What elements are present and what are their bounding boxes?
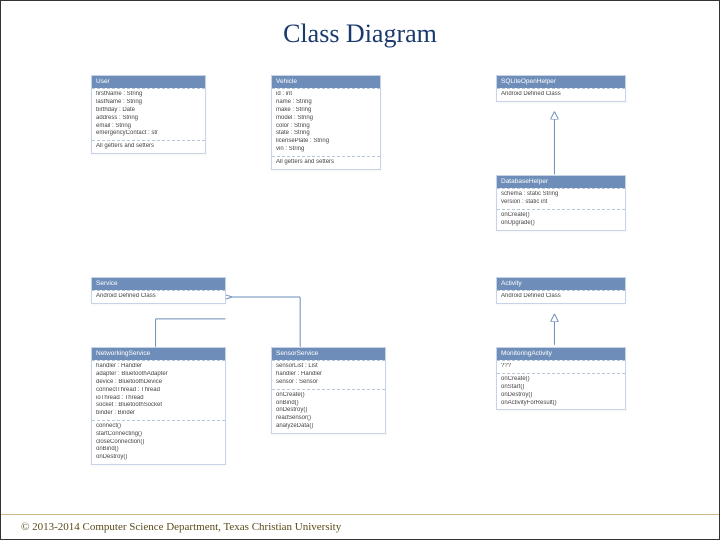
- attr: emergencyContact : str: [96, 130, 201, 138]
- class-user: User firstName : String lastName : Strin…: [91, 75, 206, 154]
- attr: adapter : BluetoothAdapter: [96, 371, 221, 379]
- op: onBind(): [276, 400, 381, 408]
- attr: ???: [501, 363, 621, 371]
- op: onBind(): [96, 446, 221, 454]
- op: connect(): [96, 423, 221, 431]
- attr: version : static int: [501, 199, 621, 207]
- attr: handler : Handler: [276, 371, 381, 379]
- class-header: NetworkingService: [92, 348, 225, 360]
- attr: Android Defined Class: [96, 293, 221, 301]
- op: readSensor(): [276, 415, 381, 423]
- class-header: User: [92, 76, 205, 88]
- attr: ioThread : Thread: [96, 395, 221, 403]
- op: onUpgrade(): [501, 220, 621, 228]
- op: onDestroy(): [501, 392, 621, 400]
- op: All getters and setters: [276, 159, 376, 167]
- footer: © 2013-2014 Computer Science Department,…: [1, 514, 719, 539]
- class-header: Service: [92, 278, 225, 290]
- op: onActivityForResult(): [501, 400, 621, 408]
- op: onStart(): [501, 384, 621, 392]
- attr: sensorList : List: [276, 363, 381, 371]
- attr: email : String: [96, 123, 201, 131]
- class-sensorservice: SensorService sensorList : List handler …: [271, 347, 386, 434]
- class-header: Activity: [497, 278, 625, 290]
- op: onDestroy(): [276, 407, 381, 415]
- class-activity: Activity Android Defined Class: [496, 277, 626, 304]
- attr: Android Defined Class: [501, 293, 621, 301]
- op: closeConnection(): [96, 439, 221, 447]
- class-networkingservice: NetworkingService handler : Handler adap…: [91, 347, 226, 465]
- attr: name : String: [276, 99, 376, 107]
- op: analyzeData(): [276, 423, 381, 431]
- attr: model : String: [276, 115, 376, 123]
- op: onCreate(): [276, 392, 381, 400]
- op: onDestroy(): [96, 454, 221, 462]
- class-header: SensorService: [272, 348, 385, 360]
- class-header: SQLiteOpenHelper: [497, 76, 625, 88]
- attr: lastName : String: [96, 99, 201, 107]
- attr: state : String: [276, 130, 376, 138]
- class-databasehelper: DatabaseHelper schema : static String ve…: [496, 175, 626, 231]
- diagram-canvas: User firstName : String lastName : Strin…: [1, 57, 719, 497]
- attr: Android Defined Class: [501, 91, 621, 99]
- attr: vin : String: [276, 146, 376, 154]
- class-sqliteopenhelper: SQLiteOpenHelper Android Defined Class: [496, 75, 626, 102]
- class-vehicle: Vehicle id : int name : String make : St…: [271, 75, 381, 170]
- op: onCreate(): [501, 212, 621, 220]
- attr: firstName : String: [96, 91, 201, 99]
- class-header: DatabaseHelper: [497, 176, 625, 188]
- attr: birthday : Date: [96, 107, 201, 115]
- attr: device : BluetoothDevice: [96, 379, 221, 387]
- op: startConnecting(): [96, 431, 221, 439]
- attr: color : String: [276, 123, 376, 131]
- class-monitoringactivity: MonitoringActivity ??? onCreate() onStar…: [496, 347, 626, 410]
- attr: sensor : Sensor: [276, 379, 381, 387]
- attr: address : String: [96, 115, 201, 123]
- class-service: Service Android Defined Class: [91, 277, 226, 304]
- attr: connectThread : Thread: [96, 387, 221, 395]
- class-header: Vehicle: [272, 76, 380, 88]
- attr: binder : Binder: [96, 410, 221, 418]
- attr: licensePlate : String: [276, 138, 376, 146]
- op: All getters and setters: [96, 143, 201, 151]
- attr: schema : static String: [501, 191, 621, 199]
- attr: id : int: [276, 91, 376, 99]
- page-title: Class Diagram: [1, 1, 719, 57]
- attr: socket : BluetoothSocket: [96, 402, 221, 410]
- class-header: MonitoringActivity: [497, 348, 625, 360]
- attr: make : String: [276, 107, 376, 115]
- op: onCreate(): [501, 376, 621, 384]
- attr: handler : Handler: [96, 363, 221, 371]
